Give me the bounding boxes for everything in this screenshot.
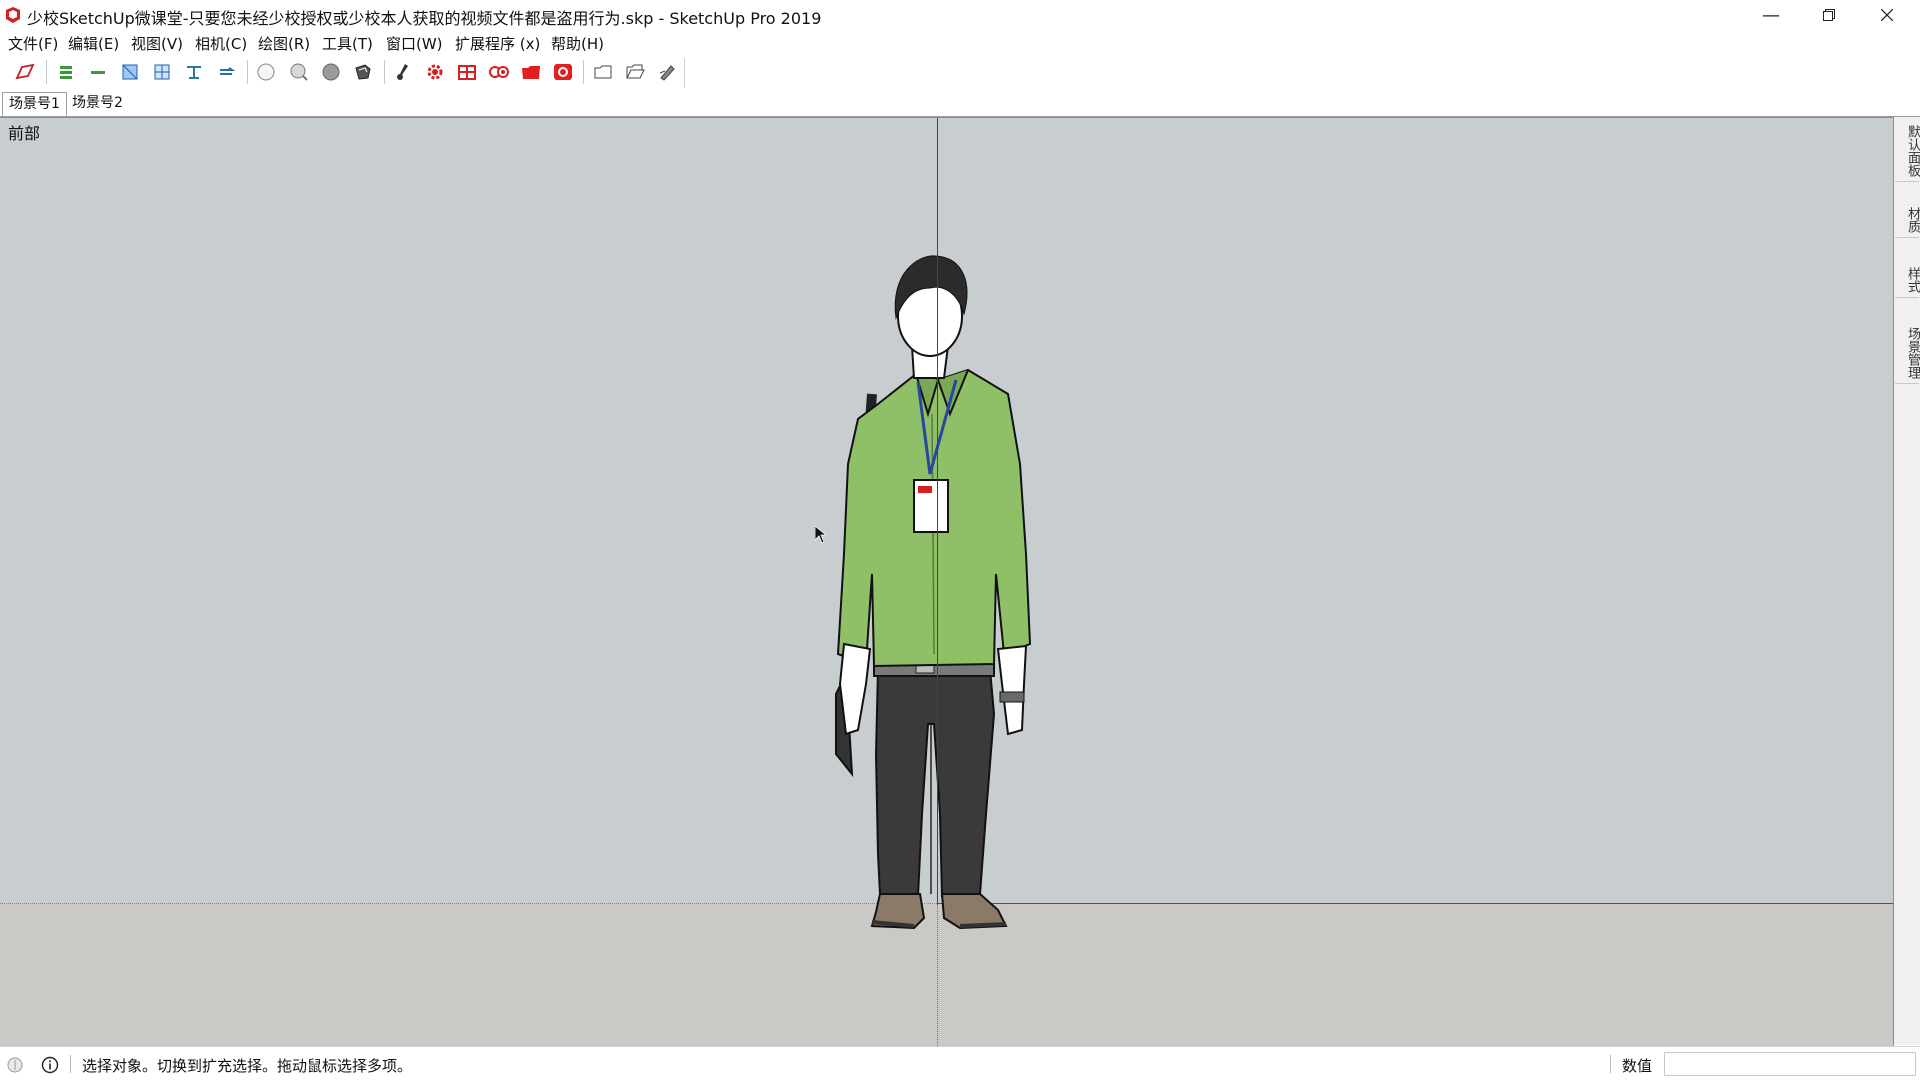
status-bar: 选择对象。切换到扩充选择。拖动鼠标选择多项。 数值: [0, 1046, 1920, 1081]
tray-tab-materials[interactable]: 材质: [1895, 203, 1920, 238]
folder-icon: [594, 65, 612, 79]
geo-location-icon[interactable]: [6, 1056, 24, 1074]
wireframe-icon: [122, 64, 138, 80]
right-view-button[interactable]: [350, 59, 376, 85]
settings-gear-icon: [427, 64, 443, 80]
wireframe-button[interactable]: [117, 59, 143, 85]
paint-icon: [397, 64, 408, 80]
status-hint-text: 选择对象。切换到扩充选择。拖动鼠标选择多项。: [82, 1057, 413, 1075]
table-grid-icon: [458, 65, 476, 80]
xray-icon: [60, 66, 72, 79]
right-view-icon: [355, 64, 371, 80]
back-edges-button[interactable]: [85, 59, 111, 85]
red-record-icon: [554, 64, 572, 80]
title-bar: 少校SketchUp微课堂-只要您未经少校授权或少校本人获取的视频文件都是盗用行…: [0, 0, 1920, 30]
instructor-info-icon[interactable]: [41, 1056, 59, 1074]
tray-tab-styles[interactable]: 样式: [1895, 263, 1920, 298]
select-edge-icon: [15, 63, 35, 80]
front-view-icon: [322, 63, 340, 81]
minimize-button[interactable]: —: [1742, 0, 1800, 30]
camera-button[interactable]: [486, 59, 512, 85]
menu-help[interactable]: 帮助(H): [551, 33, 604, 54]
close-button[interactable]: [1858, 0, 1916, 30]
window-title: 少校SketchUp微课堂-只要您未经少校授权或少校本人获取的视频文件都是盗用行…: [27, 9, 822, 28]
iso-view-icon: [257, 63, 275, 81]
pen-icon: [659, 65, 675, 81]
menu-window[interactable]: 窗口(W): [386, 33, 443, 54]
tray-tab-scenes[interactable]: 场景管理: [1895, 323, 1920, 384]
camera-pair-icon: [489, 66, 509, 78]
default-tray: 默认面板 材质 样式 场景管理: [1894, 117, 1920, 1045]
iso-view-button[interactable]: [253, 59, 279, 85]
select-edge-button[interactable]: [12, 59, 38, 85]
shaded-button[interactable]: [181, 59, 207, 85]
red-folder-button[interactable]: [518, 59, 544, 85]
red-axis: [937, 903, 1893, 904]
folder-button[interactable]: [590, 59, 616, 85]
menu-tools[interactable]: 工具(T): [322, 33, 373, 54]
scene-tabs: 场景号1 场景号2: [0, 90, 1920, 117]
open-folder-button[interactable]: [622, 59, 648, 85]
paint-button[interactable]: [390, 59, 416, 85]
measurements-label: 数值: [1622, 1057, 1653, 1075]
top-view-button[interactable]: [286, 59, 312, 85]
menu-view[interactable]: 视图(V): [131, 33, 183, 54]
measurements-input[interactable]: [1664, 1052, 1916, 1076]
blue-axis: [937, 118, 938, 904]
close-icon: [1881, 9, 1893, 21]
shaded-icon: [187, 66, 201, 79]
menu-file[interactable]: 文件(F): [8, 33, 58, 54]
xray-button[interactable]: [53, 59, 79, 85]
view-name-label: 前部: [8, 124, 41, 143]
mouse-cursor-icon: [815, 526, 827, 544]
hidden-line-icon: [154, 64, 170, 80]
scene-tab-2[interactable]: 场景号2: [66, 92, 129, 114]
menu-draw[interactable]: 绘图(R): [258, 33, 310, 54]
pen-button[interactable]: [654, 59, 680, 85]
hidden-line-button[interactable]: [149, 59, 175, 85]
restore-button[interactable]: [1800, 0, 1858, 30]
shaded-textures-icon: [220, 67, 236, 75]
scene-tab-1[interactable]: 场景号1: [2, 92, 67, 116]
menu-bar: 文件(F) 编辑(E) 视图(V) 相机(C) 绘图(R) 工具(T) 窗口(W…: [0, 30, 1920, 54]
settings-button[interactable]: [422, 59, 448, 85]
menu-edit[interactable]: 编辑(E): [68, 33, 119, 54]
table-button[interactable]: [454, 59, 480, 85]
tray-tab-default-panel[interactable]: 默认面板: [1895, 121, 1920, 182]
person-figure[interactable]: [818, 254, 1048, 929]
back-edges-icon: [91, 71, 105, 74]
toolbar: [0, 54, 1920, 90]
front-view-button[interactable]: [318, 59, 344, 85]
record-button[interactable]: [550, 59, 576, 85]
sketchup-logo-icon: [6, 7, 20, 23]
shaded-textures-button[interactable]: [213, 59, 239, 85]
model-viewport[interactable]: 前部: [0, 117, 1894, 1046]
menu-camera[interactable]: 相机(C): [195, 33, 247, 54]
restore-icon: [1823, 9, 1835, 21]
red-folder-icon: [522, 66, 540, 79]
top-view-icon: [290, 63, 308, 81]
open-folder-icon: [626, 64, 645, 79]
minimize-icon: —: [1762, 4, 1780, 26]
red-axis-negative: [0, 903, 937, 904]
menu-extensions[interactable]: 扩展程序 (x): [455, 33, 540, 54]
